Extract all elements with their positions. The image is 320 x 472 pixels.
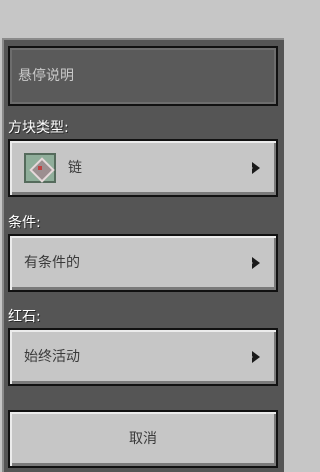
cancel-label: 取消 bbox=[129, 431, 157, 447]
block-type-label: 方块类型: bbox=[8, 120, 69, 136]
chain-command-block-icon bbox=[24, 153, 56, 183]
redstone-label: 红石: bbox=[8, 309, 41, 325]
hover-note-placeholder: 悬停说明 bbox=[18, 68, 74, 84]
condition-dropdown[interactable]: 有条件的 bbox=[8, 234, 278, 292]
redstone-value: 始终活动 bbox=[24, 349, 80, 365]
chevron-right-icon bbox=[249, 257, 260, 269]
block-type-dropdown[interactable]: 链 bbox=[8, 139, 278, 197]
block-type-value: 链 bbox=[68, 160, 82, 176]
top-bar bbox=[0, 0, 288, 38]
chevron-right-icon bbox=[249, 162, 260, 174]
condition-label: 条件: bbox=[8, 215, 41, 231]
redstone-dropdown[interactable]: 始终活动 bbox=[8, 328, 278, 386]
chevron-right-icon bbox=[249, 351, 260, 363]
panel-edge bbox=[284, 38, 288, 472]
cancel-button[interactable]: 取消 bbox=[8, 410, 278, 468]
condition-value: 有条件的 bbox=[24, 255, 80, 271]
hover-note-input[interactable]: 悬停说明 bbox=[8, 46, 278, 106]
